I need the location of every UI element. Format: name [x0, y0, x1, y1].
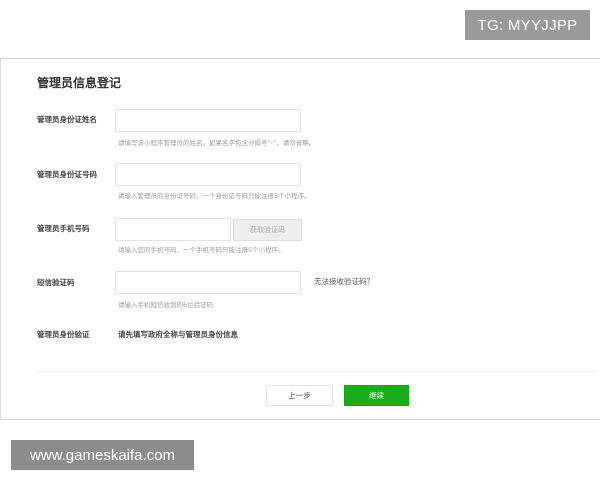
admin-name-label: 管理员身份证姓名 — [37, 115, 97, 124]
admin-phone-hint: 请输入您的手机号码，一个手机号码只能注册5个小程序。 — [118, 246, 285, 254]
get-verification-code-button[interactable]: 获取验证码 — [233, 219, 302, 241]
cannot-receive-code-link[interactable]: 无法接收验证码？ — [314, 276, 374, 287]
admin-phone-label: 管理员手机号码 — [37, 224, 90, 233]
admin-id-number-label: 管理员身份证号码 — [37, 170, 97, 179]
sms-code-hint: 请输入手机短信收到的6位验证码 — [118, 301, 214, 309]
admin-id-number-hint: 请输入管理员的身份证号码，一个身份证号码只能注册5个小程序。 — [118, 192, 311, 200]
telegram-watermark: TG: MYYJJPP — [465, 10, 590, 40]
sms-code-input[interactable] — [115, 271, 301, 294]
sms-code-label: 短信验证码 — [37, 278, 75, 287]
admin-name-input[interactable] — [115, 109, 301, 132]
previous-step-button[interactable]: 上一步 — [266, 385, 333, 406]
site-watermark: www.gameskaifa.com — [11, 440, 194, 470]
page-title: 管理员信息登记 — [37, 76, 122, 90]
admin-phone-input[interactable] — [115, 218, 231, 241]
admin-identity-verify-text: 请先填写政府全称与管理员身份信息 — [118, 330, 238, 339]
admin-name-hint: 请填写该小程序管理员的姓名。如果名字包含分隔号“·”，请勿省略。 — [118, 139, 316, 147]
footer-divider — [37, 371, 597, 372]
admin-id-number-input[interactable] — [115, 163, 301, 186]
admin-identity-verify-label: 管理员身份验证 — [37, 330, 90, 339]
continue-button[interactable]: 继续 — [344, 385, 409, 406]
admin-registration-panel: 管理员信息登记 管理员身份证姓名 请填写该小程序管理员的姓名。如果名字包含分隔号… — [0, 58, 600, 420]
